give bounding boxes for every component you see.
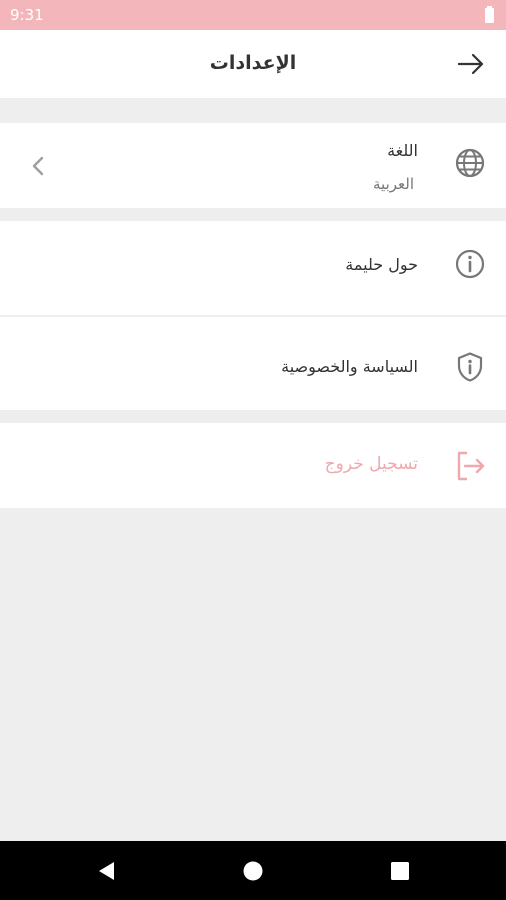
system-nav-bar: [0, 841, 506, 900]
settings-item-language[interactable]: اللغة العربية: [0, 123, 506, 208]
language-label: اللغة: [387, 141, 418, 160]
status-time: 9:31: [10, 6, 44, 24]
page-title: الإعدادات: [209, 52, 297, 74]
recents-icon: [391, 862, 409, 880]
about-label: حول حليمة: [345, 255, 418, 274]
info-icon: [455, 249, 485, 279]
settings-item-about[interactable]: حول حليمة: [0, 221, 506, 315]
back-icon: [99, 862, 114, 880]
logout-icon: [457, 451, 485, 481]
language-value: العربية: [373, 175, 414, 193]
nav-recents-button[interactable]: [388, 859, 412, 883]
nav-back-button[interactable]: [94, 859, 118, 883]
home-icon: [243, 861, 263, 881]
arrow-right-icon: [457, 53, 484, 75]
settings-item-privacy[interactable]: السياسة والخصوصية: [0, 317, 506, 410]
status-bar: 9:31: [0, 0, 506, 30]
battery-icon: [485, 6, 494, 23]
chevron-left-icon: [32, 156, 44, 176]
privacy-label: السياسة والخصوصية: [281, 357, 418, 376]
shield-info-icon: [457, 352, 483, 382]
globe-icon: [455, 148, 485, 178]
app-bar: الإعدادات: [0, 30, 506, 98]
logout-button[interactable]: تسجيل خروج: [0, 423, 506, 508]
back-button[interactable]: [456, 50, 486, 78]
nav-home-button[interactable]: [241, 859, 265, 883]
logout-label: تسجيل خروج: [324, 454, 418, 474]
